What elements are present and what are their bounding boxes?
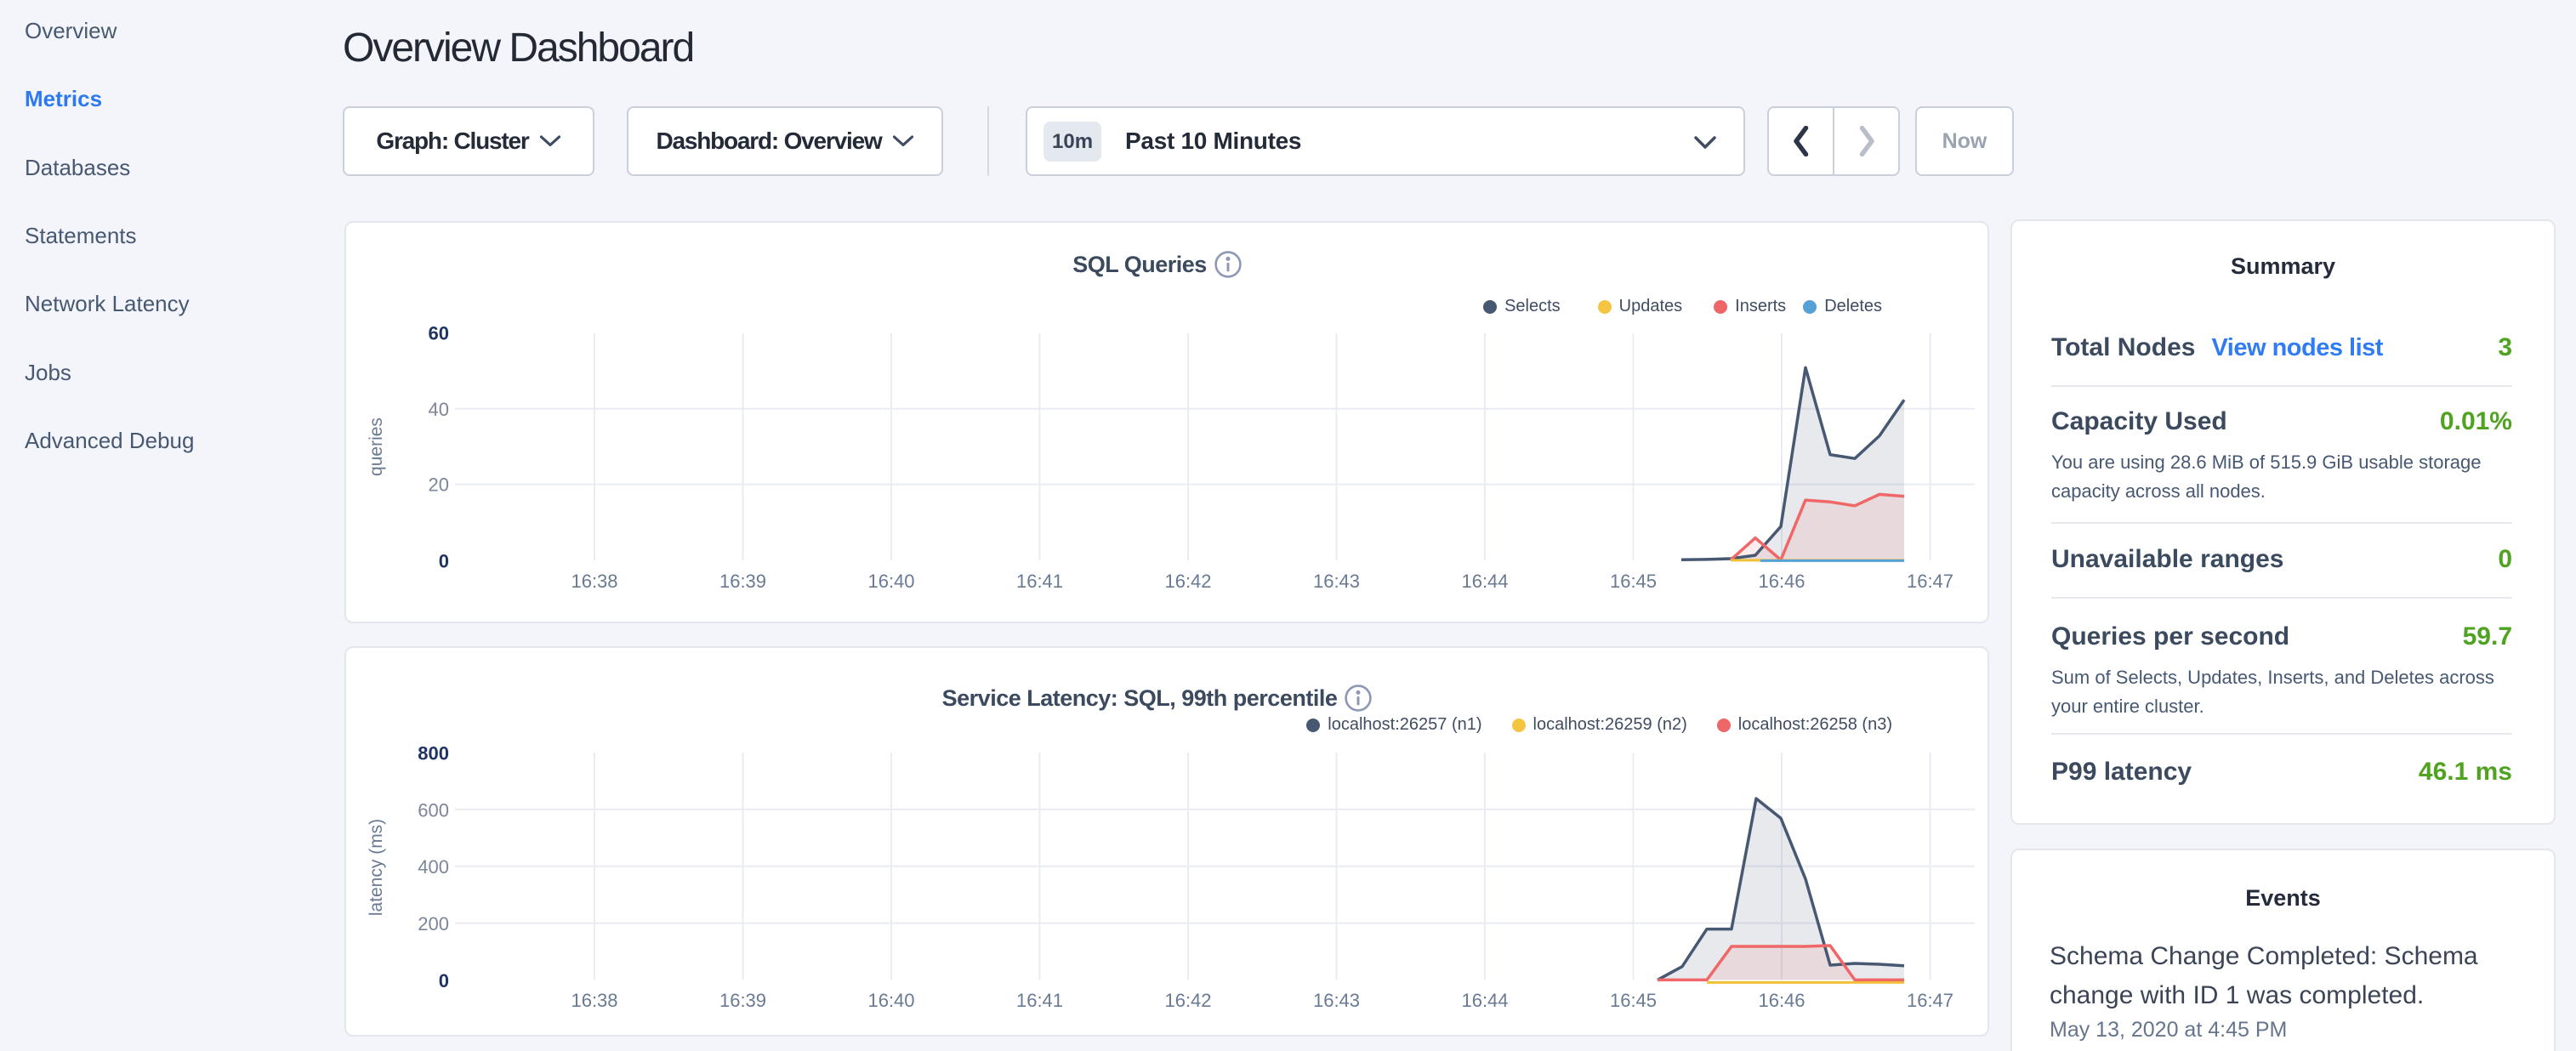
svg-text:16:45: 16:45 bbox=[1610, 990, 1657, 1011]
svg-text:600: 600 bbox=[418, 799, 449, 821]
svg-text:16:46: 16:46 bbox=[1758, 990, 1805, 1011]
svg-text:latency (ms): latency (ms) bbox=[367, 819, 386, 916]
svg-text:16:41: 16:41 bbox=[1016, 990, 1063, 1011]
svg-text:200: 200 bbox=[418, 913, 449, 935]
svg-text:16:43: 16:43 bbox=[1313, 990, 1360, 1011]
svg-text:16:44: 16:44 bbox=[1461, 571, 1508, 592]
svg-text:16:41: 16:41 bbox=[1016, 571, 1063, 592]
svg-text:16:38: 16:38 bbox=[571, 990, 617, 1011]
svg-text:16:46: 16:46 bbox=[1758, 571, 1805, 592]
svg-text:40: 40 bbox=[429, 399, 449, 420]
svg-text:16:45: 16:45 bbox=[1610, 571, 1657, 592]
svg-text:60: 60 bbox=[429, 323, 449, 344]
svg-text:16:40: 16:40 bbox=[867, 990, 914, 1011]
svg-text:20: 20 bbox=[429, 474, 449, 496]
svg-text:16:44: 16:44 bbox=[1461, 990, 1508, 1011]
svg-text:16:40: 16:40 bbox=[867, 571, 914, 592]
svg-text:0: 0 bbox=[439, 550, 449, 571]
svg-text:16:43: 16:43 bbox=[1313, 571, 1360, 592]
svg-text:0: 0 bbox=[439, 970, 449, 991]
svg-text:16:47: 16:47 bbox=[1907, 990, 1953, 1011]
svg-text:queries: queries bbox=[367, 418, 386, 476]
svg-text:16:38: 16:38 bbox=[571, 571, 617, 592]
svg-text:16:42: 16:42 bbox=[1164, 571, 1211, 592]
svg-text:16:39: 16:39 bbox=[719, 990, 766, 1011]
svg-text:800: 800 bbox=[418, 743, 449, 764]
svg-text:400: 400 bbox=[418, 856, 449, 878]
svg-text:16:39: 16:39 bbox=[719, 571, 766, 592]
svg-text:16:42: 16:42 bbox=[1164, 990, 1211, 1011]
svg-text:16:47: 16:47 bbox=[1907, 571, 1953, 592]
